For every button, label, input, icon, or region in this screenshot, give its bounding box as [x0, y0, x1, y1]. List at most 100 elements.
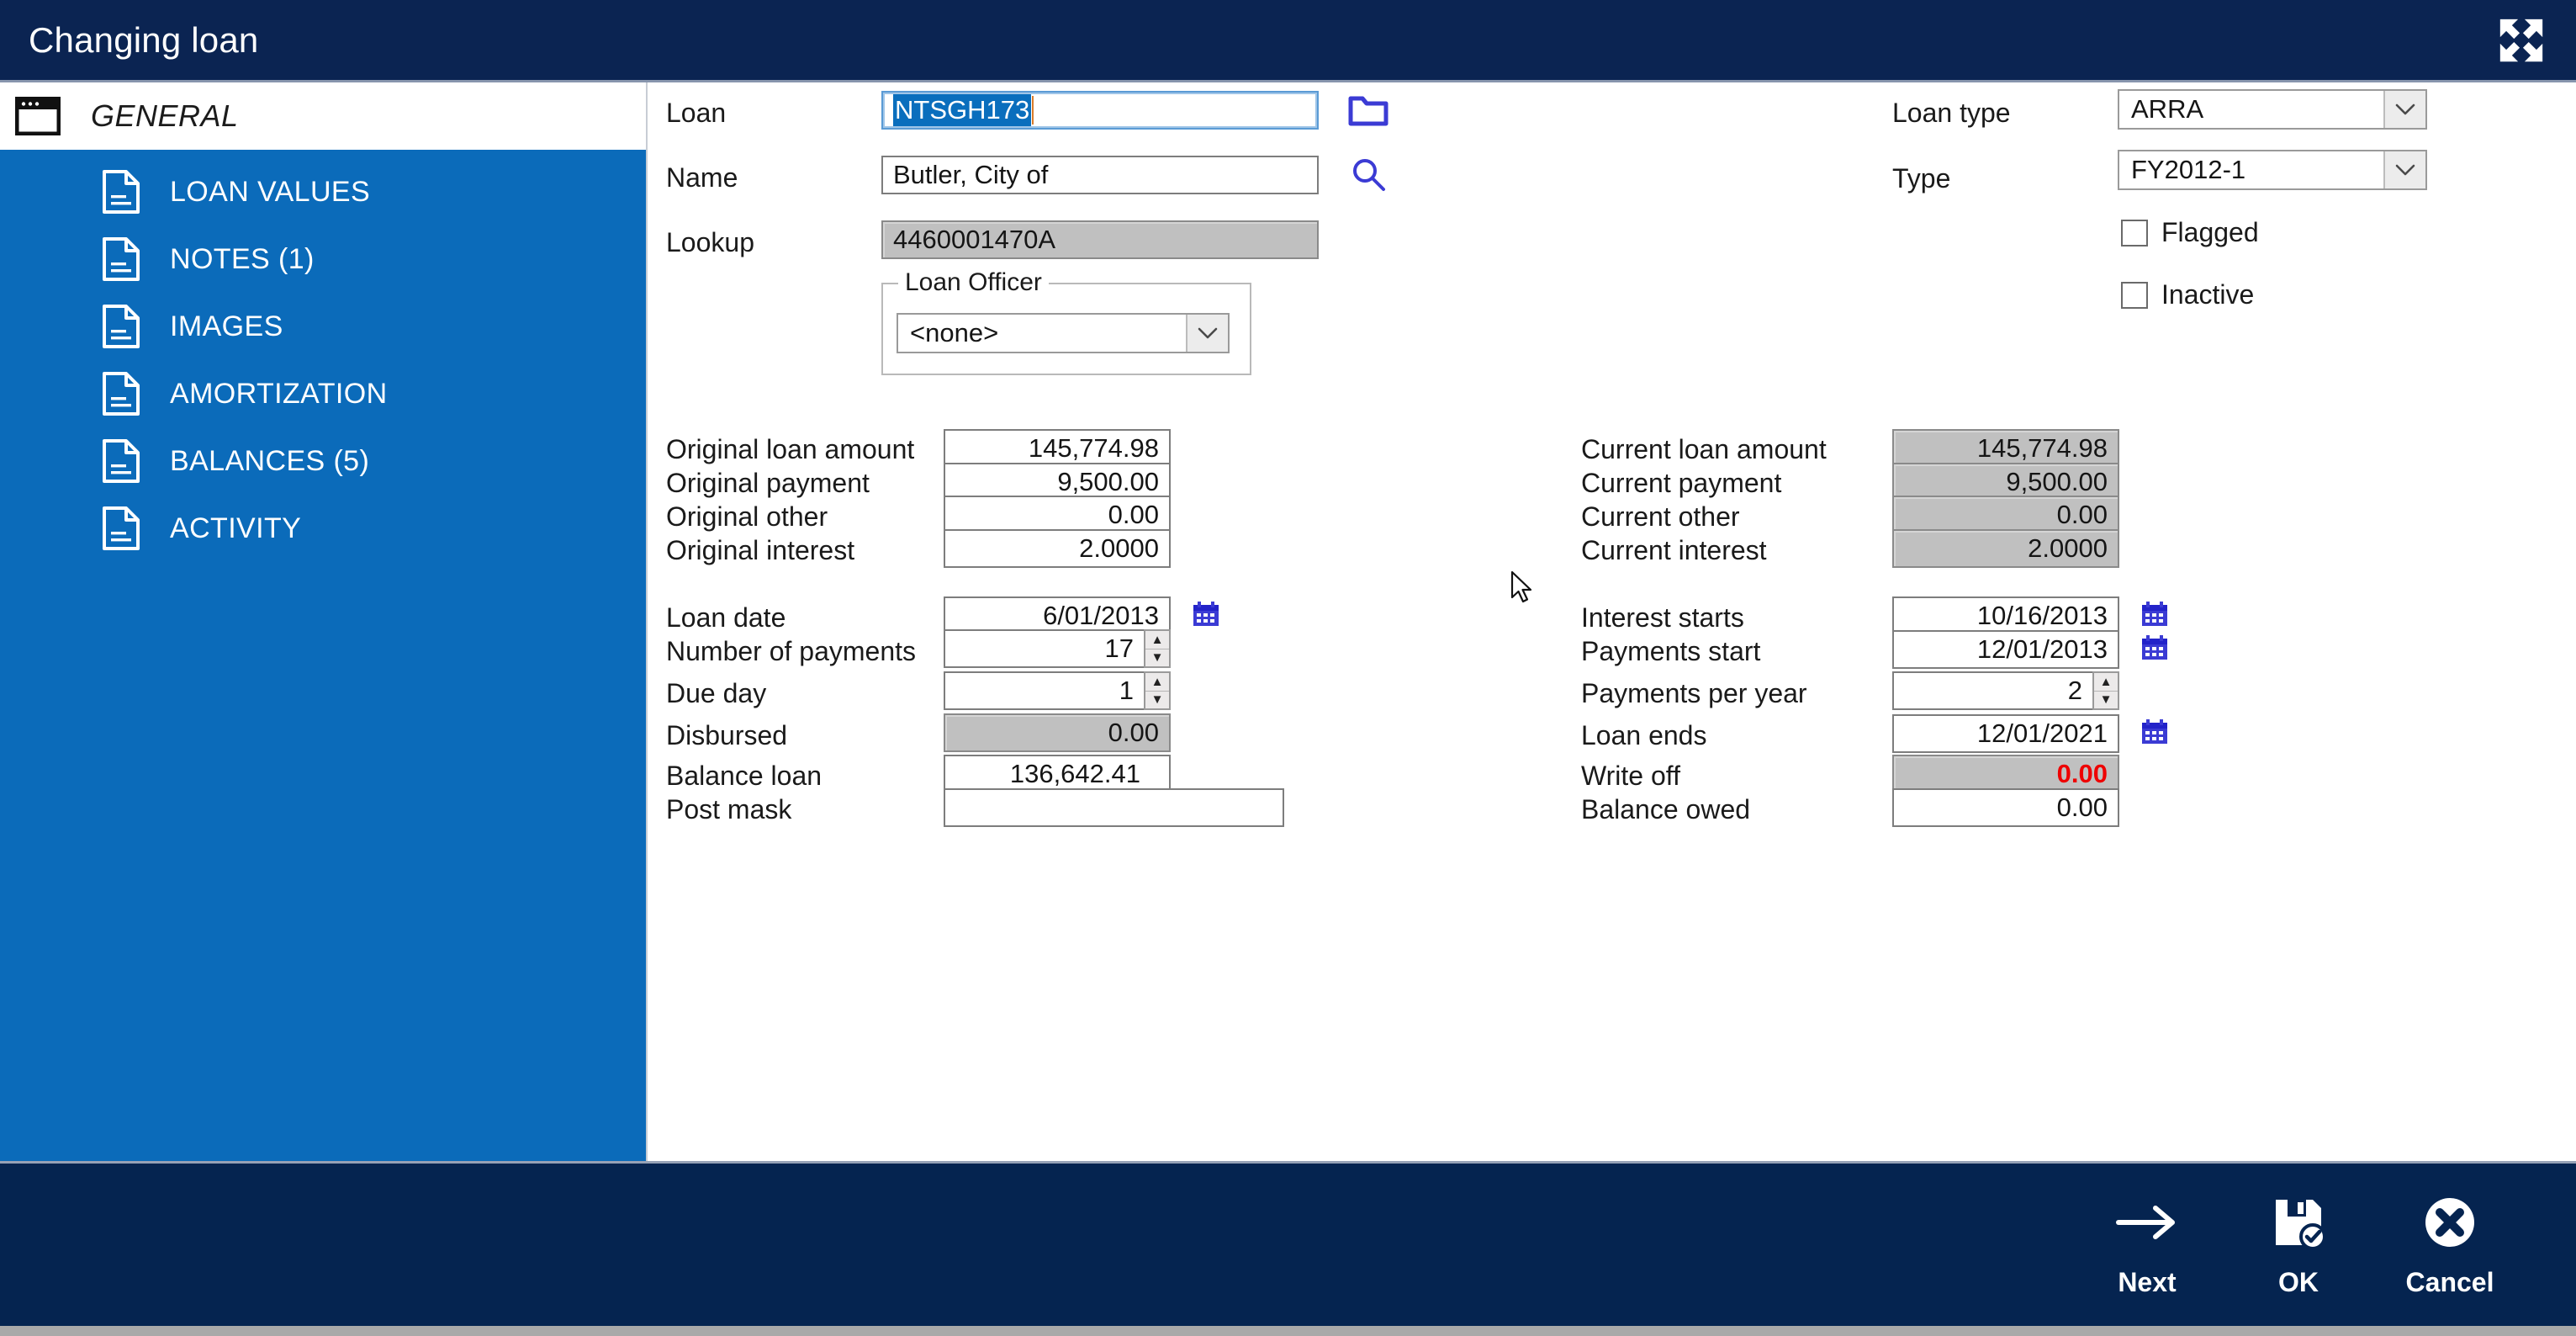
document-icon: [101, 438, 141, 484]
name-input[interactable]: Butler, City of: [881, 156, 1319, 194]
loan-input-value: NTSGH173: [893, 94, 1031, 126]
original-payment-value: 9,500.00: [1057, 467, 1159, 497]
spin-down-icon[interactable]: ▼: [2094, 692, 2118, 709]
spin-down-icon[interactable]: ▼: [1145, 649, 1169, 667]
sidebar-header: GENERAL: [0, 82, 646, 150]
inactive-checkbox-row[interactable]: Inactive: [2121, 279, 2254, 310]
lookup-value: 4460001470A: [893, 225, 1055, 255]
search-icon: [1351, 156, 1388, 194]
balance-owed-value: 0.00: [2057, 793, 2108, 823]
current-loan-amount-value: 145,774.98: [1977, 433, 2108, 464]
spin-down-icon[interactable]: ▼: [1145, 692, 1169, 709]
loan-type-select[interactable]: ARRA: [2118, 89, 2427, 130]
flagged-checkbox[interactable]: [2121, 220, 2148, 247]
payments-per-year-label: Payments per year: [1581, 678, 1807, 709]
arrow-right-icon: [2115, 1201, 2179, 1243]
number-of-payments-value: 17: [944, 629, 1144, 668]
number-of-payments-spin-buttons[interactable]: ▲ ▼: [1144, 629, 1171, 668]
sidebar-item-loan-values[interactable]: LOAN VALUES: [0, 158, 646, 225]
loan-label: Loan: [666, 98, 726, 129]
inactive-label: Inactive: [2161, 279, 2254, 310]
calendar-icon: [2140, 717, 2170, 747]
payments-per-year-value: 2: [1892, 671, 2092, 710]
interest-starts-value: 10/16/2013: [1977, 601, 2108, 631]
sidebar-item-list: LOAN VALUES NOTES (1): [0, 150, 646, 1161]
chevron-down-icon: [2383, 91, 2425, 128]
payments-start-input[interactable]: 12/01/2013: [1892, 630, 2119, 669]
flagged-checkbox-row[interactable]: Flagged: [2121, 217, 2259, 248]
loan-officer-select[interactable]: <none>: [897, 313, 1230, 353]
sidebar-item-label: AMORTIZATION: [170, 378, 388, 411]
disbursed-value: 0.00: [1108, 718, 1159, 748]
payments-start-value: 12/01/2013: [1977, 634, 2108, 665]
ok-button-label: OK: [2278, 1267, 2319, 1298]
next-button[interactable]: Next: [2071, 1191, 2223, 1298]
payments-per-year-spin-buttons[interactable]: ▲ ▼: [2092, 671, 2119, 710]
original-interest-value: 2.0000: [1079, 533, 1159, 564]
cancel-button[interactable]: Cancel: [2374, 1191, 2526, 1298]
original-payment-label: Original payment: [666, 468, 870, 499]
calendar-icon: [1191, 599, 1221, 629]
loan-ends-input[interactable]: 12/01/2021: [1892, 714, 2119, 753]
expand-arrows-icon: [2495, 14, 2547, 66]
current-interest-value: 2.0000: [2028, 533, 2108, 564]
current-loan-amount-label: Current loan amount: [1581, 434, 1827, 465]
maximize-button[interactable]: [2495, 14, 2547, 66]
number-of-payments-label: Number of payments: [666, 636, 916, 667]
sidebar-item-notes[interactable]: NOTES (1): [0, 225, 646, 293]
current-payment-value: 9,500.00: [2006, 467, 2108, 497]
due-day-label: Due day: [666, 678, 766, 709]
ok-icon-wrap: [2269, 1191, 2328, 1254]
balance-loan-label: Balance loan: [666, 761, 822, 792]
original-loan-amount-value: 145,774.98: [1029, 433, 1159, 464]
original-interest-label: Original interest: [666, 535, 854, 566]
payments-per-year-stepper[interactable]: 2 ▲ ▼: [1892, 671, 2119, 710]
sidebar-item-label: NOTES (1): [170, 243, 315, 276]
sidebar-item-amortization[interactable]: AMORTIZATION: [0, 360, 646, 427]
original-interest-input[interactable]: 2.0000: [944, 529, 1171, 568]
sidebar-item-balances[interactable]: BALANCES (5): [0, 427, 646, 495]
original-other-value: 0.00: [1108, 500, 1159, 530]
sidebar-item-label: LOAN VALUES: [170, 176, 370, 209]
next-button-label: Next: [2118, 1267, 2176, 1298]
document-icon: [101, 236, 141, 282]
ok-button[interactable]: OK: [2223, 1191, 2374, 1298]
document-icon: [101, 169, 141, 215]
disbursed-label: Disbursed: [666, 720, 787, 751]
original-other-label: Original other: [666, 501, 828, 533]
loan-ends-value: 12/01/2021: [1977, 718, 2108, 749]
number-of-payments-stepper[interactable]: 17 ▲ ▼: [944, 629, 1171, 668]
due-day-stepper[interactable]: 1 ▲ ▼: [944, 671, 1171, 710]
balance-owed-label: Balance owed: [1581, 794, 1750, 825]
loan-input[interactable]: NTSGH173: [881, 91, 1319, 130]
document-icon: [101, 506, 141, 551]
current-interest-field: 2.0000: [1892, 529, 2119, 568]
type-label: Type: [1892, 163, 1950, 194]
name-label: Name: [666, 162, 738, 194]
spin-up-icon[interactable]: ▲: [1145, 673, 1169, 692]
next-icon-wrap: [2115, 1191, 2179, 1254]
dialog-footer: Next OK Cancel: [0, 1161, 2576, 1336]
sidebar-item-activity[interactable]: ACTIVITY: [0, 495, 646, 562]
loan-officer-legend: Loan Officer: [898, 268, 1049, 297]
calendar-icon: [2140, 633, 2170, 663]
loan-date-calendar-button[interactable]: [1186, 594, 1226, 634]
spin-up-icon[interactable]: ▲: [2094, 673, 2118, 692]
payments-start-calendar-button[interactable]: [2134, 628, 2175, 668]
type-select[interactable]: FY2012-1: [2118, 150, 2427, 190]
open-folder-button[interactable]: [1346, 86, 1391, 131]
loan-ends-calendar-button[interactable]: [2134, 712, 2175, 752]
due-day-spin-buttons[interactable]: ▲ ▼: [1144, 671, 1171, 710]
cancel-icon-wrap: [2420, 1191, 2479, 1254]
post-mask-label: Post mask: [666, 794, 791, 825]
inactive-checkbox[interactable]: [2121, 282, 2148, 309]
name-search-button[interactable]: [1346, 151, 1393, 199]
loan-ends-label: Loan ends: [1581, 720, 1706, 751]
sidebar-item-images[interactable]: IMAGES: [0, 293, 646, 360]
loan-date-value: 6/01/2013: [1043, 601, 1159, 631]
balance-owed-input[interactable]: 0.00: [1892, 788, 2119, 827]
post-mask-input[interactable]: [944, 788, 1284, 827]
original-loan-amount-label: Original loan amount: [666, 434, 914, 465]
document-icon: [101, 371, 141, 416]
spin-up-icon[interactable]: ▲: [1145, 631, 1169, 649]
